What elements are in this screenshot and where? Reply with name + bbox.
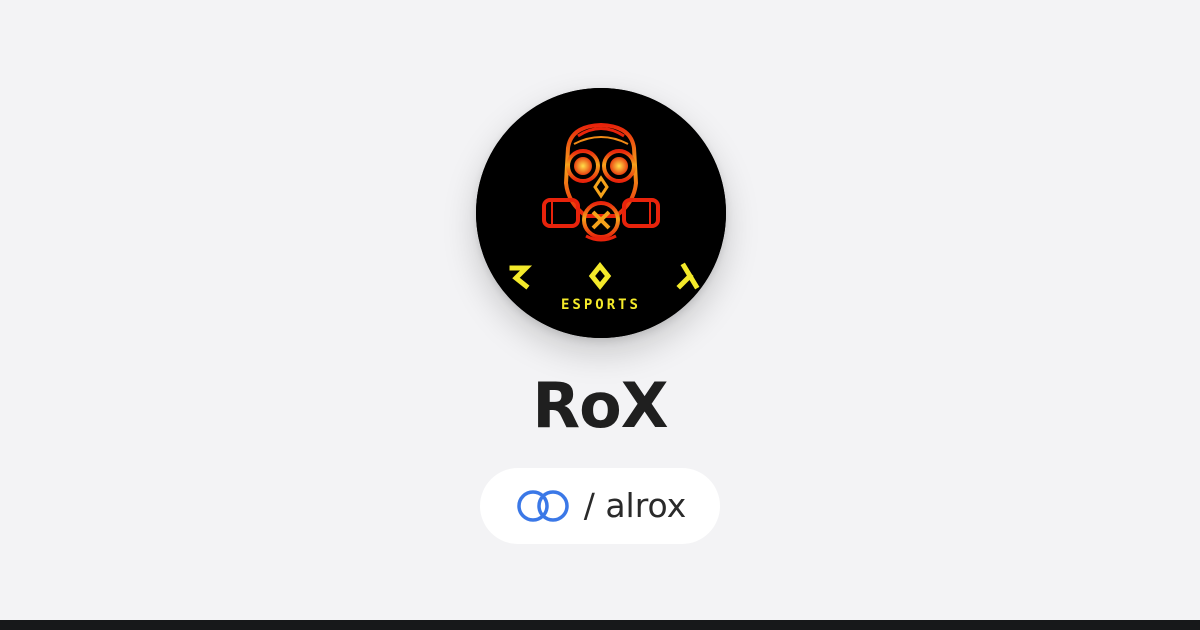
link-rings-icon: [516, 490, 569, 522]
bottom-bar: [0, 620, 1200, 630]
gas-mask-logo-icon: ESPORTS: [476, 88, 726, 338]
profile-handle: / alrox: [583, 486, 687, 525]
profile-link-button[interactable]: / alrox: [480, 468, 720, 544]
esports-logo-text: ESPORTS: [561, 297, 641, 313]
profile-name: RoX: [532, 369, 668, 442]
profile-card: ESPORTS RoX / alrox: [0, 0, 1200, 630]
avatar: ESPORTS: [476, 88, 726, 338]
